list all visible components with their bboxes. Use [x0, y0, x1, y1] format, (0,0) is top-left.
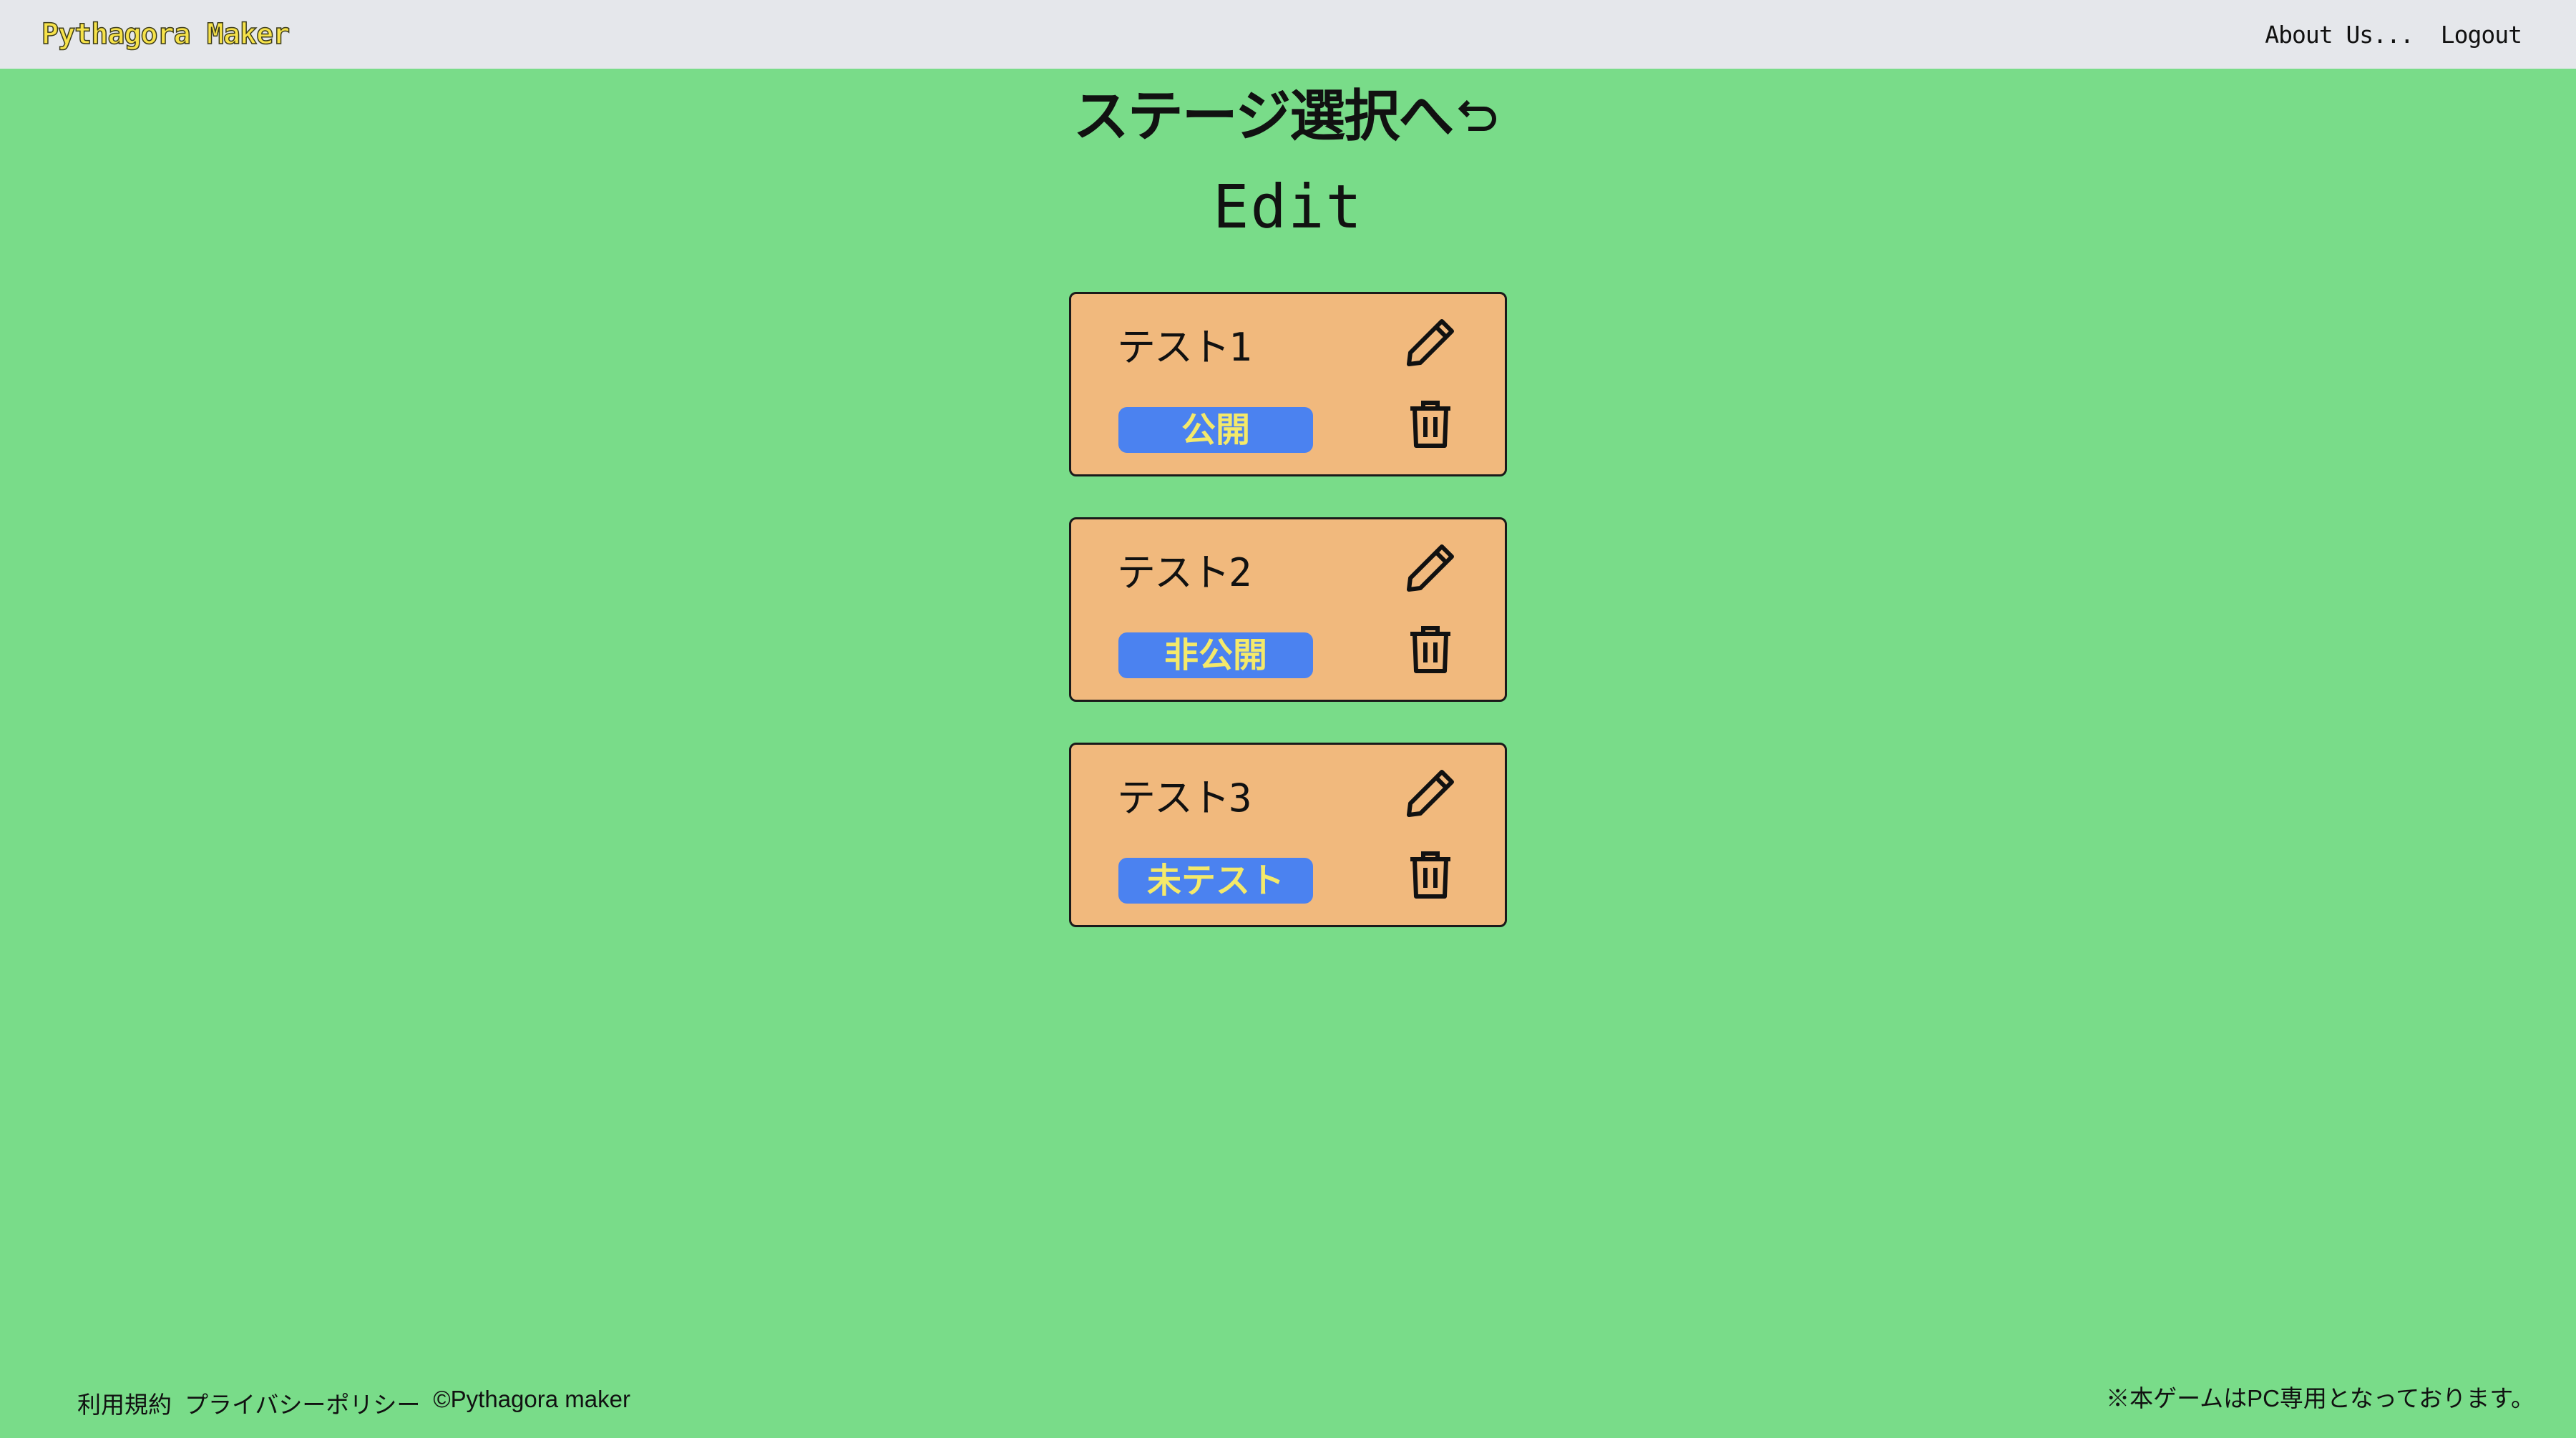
stage-name: テスト1	[1117, 325, 1252, 370]
top-navbar: Pythagora Maker About Us... Logout	[0, 0, 2576, 69]
stage-card: テスト2 非公開	[1069, 517, 1507, 702]
privacy-policy-link[interactable]: プライバシーポリシー	[185, 1386, 420, 1420]
trash-icon	[1402, 620, 1459, 680]
stage-status-badge[interactable]: 公開	[1118, 407, 1313, 453]
pencil-icon	[1402, 765, 1459, 825]
brand-logo[interactable]: Pythagora Maker	[41, 17, 291, 52]
edit-stage-button[interactable]	[1400, 539, 1460, 600]
delete-stage-button[interactable]	[1400, 845, 1460, 905]
back-to-stage-select-link[interactable]: ステージ選択へ	[0, 72, 2576, 152]
stage-status-badge[interactable]: 未テスト	[1118, 858, 1313, 904]
terms-link[interactable]: 利用規約	[77, 1386, 172, 1420]
pc-only-notice: ※本ゲームはPC専用となっております。	[2106, 1385, 2534, 1412]
stage-card: テスト1 公開	[1069, 292, 1507, 476]
edit-stage-button[interactable]	[1400, 765, 1460, 825]
stage-name: テスト2	[1117, 550, 1252, 595]
nav-links: About Us... Logout	[2265, 21, 2522, 49]
edit-stage-button[interactable]	[1400, 314, 1460, 374]
copyright-text: ©Pythagora maker	[433, 1386, 630, 1412]
footer-links: 利用規約 プライバシーポリシー ©Pythagora maker	[77, 1386, 630, 1420]
trash-icon	[1402, 394, 1459, 454]
about-us-link[interactable]: About Us...	[2265, 21, 2414, 49]
stage-status-badge[interactable]: 非公開	[1118, 632, 1313, 678]
pencil-icon	[1402, 314, 1459, 374]
page-title: Edit	[1212, 172, 1364, 242]
stage-card: テスト3 未テスト	[1069, 743, 1507, 927]
delete-stage-button[interactable]	[1400, 620, 1460, 680]
logout-link[interactable]: Logout	[2441, 21, 2522, 49]
pencil-icon	[1402, 539, 1459, 600]
trash-icon	[1402, 845, 1459, 905]
delete-stage-button[interactable]	[1400, 394, 1460, 454]
stage-name: テスト3	[1117, 776, 1252, 821]
back-link-label: ステージ選択へ	[1073, 84, 1454, 149]
return-arrow-icon	[1455, 88, 1503, 152]
stage-list: テスト1 公開 テスト2 非公開 テスト3 未テスト	[1069, 292, 1507, 968]
